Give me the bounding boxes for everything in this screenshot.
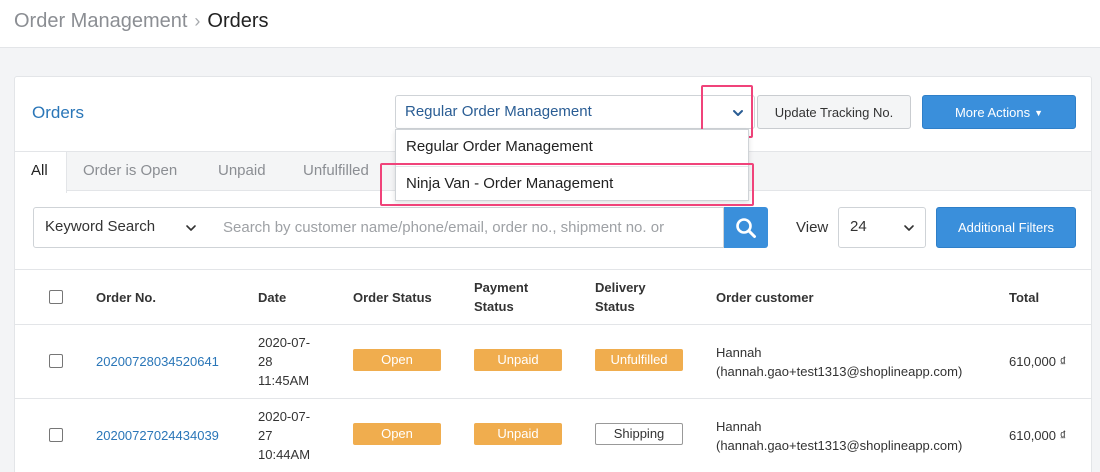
order-total: 610,000 ₫ <box>1009 354 1067 369</box>
column-total: Total <box>1009 290 1040 305</box>
search-button[interactable] <box>724 207 768 248</box>
caret-down-icon: ▼ <box>1034 108 1044 119</box>
tab-order-is-open[interactable]: Order is Open <box>83 152 177 192</box>
table-header: Order No. Date Order Status Payment Stat… <box>15 269 1091 325</box>
order-date: 2020-07- 28 11:45AM <box>258 333 310 390</box>
column-delivery-status-line1: Delivery <box>595 280 646 295</box>
more-actions-button[interactable]: More Actions ▼ <box>922 95 1076 129</box>
order-date-line1: 2020-07- <box>258 409 311 424</box>
tab-all[interactable]: All <box>15 152 67 193</box>
order-total: 610,000 ₫ <box>1009 428 1067 443</box>
chevron-down-icon <box>904 225 914 231</box>
column-date: Date <box>258 290 287 305</box>
row-checkbox[interactable] <box>49 428 63 442</box>
table-row[interactable]: 20200727024434039 2020-07- 27 10:44AM Op… <box>15 399 1091 472</box>
column-delivery-status: Delivery Status <box>595 278 646 316</box>
additional-filters-button[interactable]: Additional Filters <box>936 207 1076 248</box>
mode-select-value: Regular Order Management <box>405 103 592 120</box>
top-bar: Order Management › Orders <box>0 0 1100 48</box>
more-actions-label: More Actions <box>954 104 1031 120</box>
dropdown-option-regular[interactable]: Regular Order Management <box>396 130 748 164</box>
breadcrumb-order-management[interactable]: Order Management <box>14 9 187 33</box>
delivery-status-badge: Unfulfilled <box>595 349 683 371</box>
breadcrumb-separator-icon: › <box>194 11 201 31</box>
search-icon <box>736 218 756 238</box>
update-tracking-button[interactable]: Update Tracking No. <box>757 95 911 129</box>
select-all-checkbox[interactable] <box>49 290 63 304</box>
order-date-line1: 2020-07- <box>258 335 311 350</box>
order-number-link[interactable]: 20200728034520641 <box>96 352 219 371</box>
row-checkbox[interactable] <box>49 354 63 368</box>
order-date-line2: 28 <box>258 354 273 369</box>
customer-email: (hannah.gao+test1313@shoplineapp.com) <box>716 438 963 453</box>
chevron-down-icon <box>186 225 196 231</box>
order-date-line3: 10:44AM <box>258 447 311 462</box>
view-label: View <box>796 219 829 236</box>
order-status-badge: Open <box>353 349 441 371</box>
search-type-select[interactable]: Keyword Search <box>33 207 208 248</box>
payment-status-badge: Unpaid <box>474 349 562 371</box>
order-customer: Hannah (hannah.gao+test1313@shoplineapp.… <box>716 343 962 381</box>
customer-name: Hannah <box>716 345 762 360</box>
customer-name: Hannah <box>716 419 762 434</box>
column-order-status: Order Status <box>353 290 432 305</box>
order-date-line3: 11:45AM <box>258 373 310 388</box>
breadcrumb-current: Orders <box>207 10 269 32</box>
order-status-badge: Open <box>353 423 441 445</box>
payment-status-badge: Unpaid <box>474 423 562 445</box>
delivery-status-badge: Shipping <box>595 423 683 445</box>
column-payment-status-line1: Payment <box>474 280 529 295</box>
tab-unpaid[interactable]: Unpaid <box>218 152 266 192</box>
customer-email: (hannah.gao+test1313@shoplineapp.com) <box>716 364 963 379</box>
search-input[interactable] <box>207 207 724 248</box>
search-type-value: Keyword Search <box>45 218 156 235</box>
view-count-value: 24 <box>850 218 867 235</box>
orders-card: Orders Regular Order Management Update T… <box>14 76 1092 472</box>
order-date: 2020-07- 27 10:44AM <box>258 407 310 464</box>
column-order-customer: Order customer <box>716 290 814 305</box>
order-date-line2: 27 <box>258 428 273 443</box>
order-customer: Hannah (hannah.gao+test1313@shoplineapp.… <box>716 417 962 455</box>
column-order-no: Order No. <box>96 290 156 305</box>
view-count-select[interactable]: 24 <box>838 207 926 248</box>
page-title: Orders <box>32 103 84 122</box>
column-payment-status-line2: Status <box>474 299 514 314</box>
highlight-box-ninja-van <box>380 163 754 206</box>
breadcrumb: Order Management › Orders <box>14 9 269 33</box>
tab-unfulfilled[interactable]: Unfulfilled <box>303 152 369 192</box>
order-number-link[interactable]: 20200727024434039 <box>96 426 219 445</box>
column-delivery-status-line2: Status <box>595 299 635 314</box>
table-row[interactable]: 20200728034520641 2020-07- 28 11:45AM Op… <box>15 325 1091 399</box>
column-payment-status: Payment Status <box>474 278 528 316</box>
